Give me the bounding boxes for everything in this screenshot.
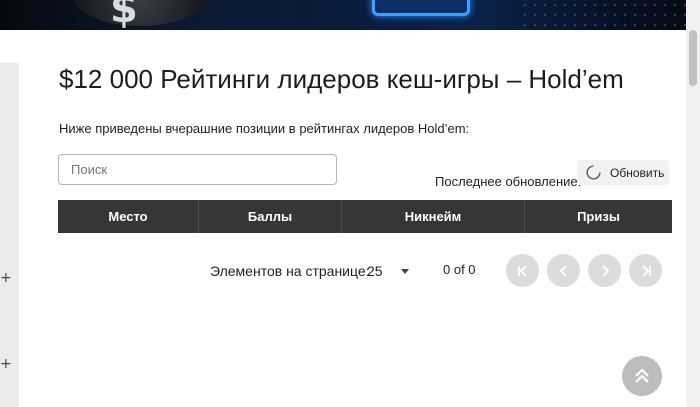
first-page-button[interactable] <box>506 254 539 287</box>
expand-plus-icon[interactable]: + <box>0 356 12 372</box>
refresh-button[interactable]: Обновить <box>577 160 669 185</box>
column-header-nickname[interactable]: Никнейм <box>342 200 525 233</box>
banner-pattern <box>520 0 686 30</box>
column-header-place[interactable]: Место <box>58 200 199 233</box>
items-per-page-select[interactable]: 25 <box>367 263 383 279</box>
items-per-page-label: Элементов на странице: <box>210 263 370 279</box>
expand-plus-icon[interactable]: + <box>0 270 12 286</box>
first-page-icon <box>517 264 527 277</box>
last-update-label: Последнее обновление: <box>435 174 582 189</box>
poker-chip-graphic <box>70 0 210 26</box>
next-page-button[interactable] <box>588 254 621 287</box>
neon-sign-graphic <box>372 0 470 16</box>
vertical-scrollbar[interactable] <box>686 0 700 407</box>
pagination-range: 0 of 0 <box>443 262 476 277</box>
leaderboard-table-header: Место Баллы Никнейм Призы <box>58 200 672 233</box>
last-page-button[interactable] <box>629 254 662 287</box>
page-subtitle: Ниже приведены вчерашние позиции в рейти… <box>59 121 470 136</box>
next-page-icon <box>601 264 609 277</box>
chevron-down-icon[interactable] <box>401 269 409 274</box>
left-side-panel: + + <box>0 63 19 407</box>
scroll-to-top-button[interactable] <box>622 356 662 396</box>
scroll-top-icon <box>635 368 649 383</box>
last-page-icon <box>641 264 651 277</box>
prev-page-icon <box>559 264 567 277</box>
search-input[interactable] <box>58 154 337 185</box>
top-banner: $ <box>0 0 686 30</box>
column-header-points[interactable]: Баллы <box>199 200 342 233</box>
scrollbar-thumb[interactable] <box>689 30 697 86</box>
refresh-icon <box>586 165 601 180</box>
dollar-chip-symbol: $ <box>110 0 138 30</box>
previous-page-button[interactable] <box>547 254 580 287</box>
refresh-button-label: Обновить <box>610 165 665 180</box>
page-title: $12 000 Рейтинги лидеров кеш-игры – Hold… <box>59 64 624 94</box>
column-header-prizes[interactable]: Призы <box>525 200 672 233</box>
